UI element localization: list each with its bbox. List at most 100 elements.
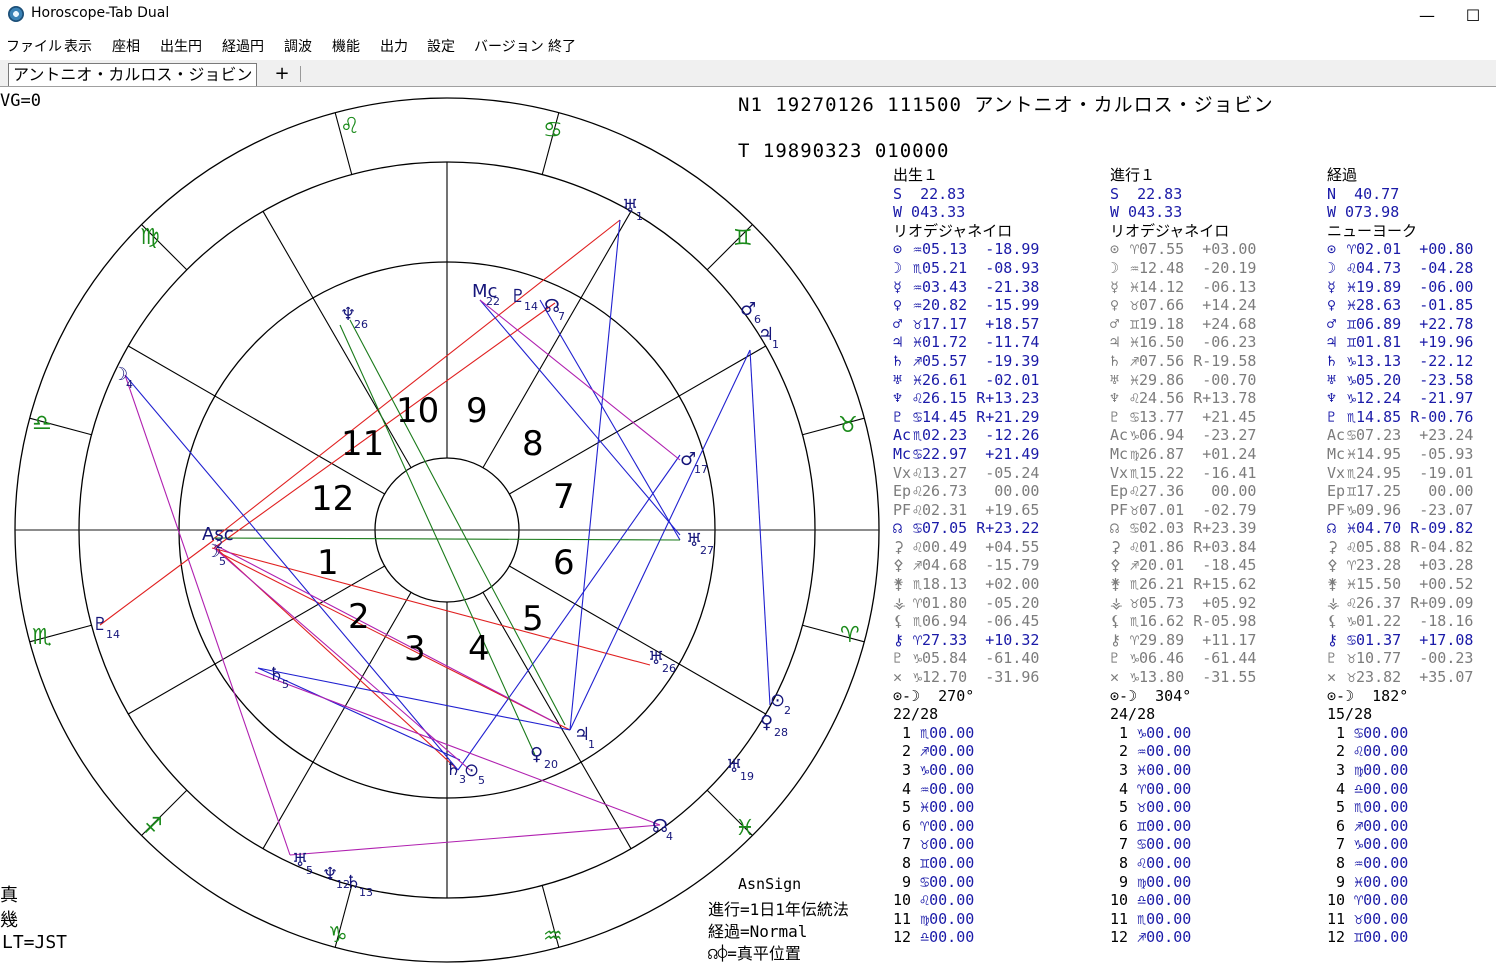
planet-degree: 4	[126, 378, 133, 391]
setting-node: ☊⌽=真平位置	[708, 944, 801, 963]
planet-row: ♃ ♓16.50 -06.23	[1110, 333, 1256, 352]
planet-symbol-icon: ♆	[893, 389, 903, 408]
house-number: 11	[1327, 909, 1355, 928]
house-number: 2	[1327, 742, 1355, 761]
planet-degree: 14	[524, 300, 538, 313]
planet-glyph-icon: ♀	[760, 712, 773, 733]
planet-symbol-icon: Ep	[893, 482, 912, 501]
sign-cancer: ♋	[543, 118, 563, 143]
planet-row: ☿ ♓19.89 -06.00	[1327, 278, 1473, 297]
house-cusp-row: 2 ♌00.00	[1327, 742, 1473, 761]
house-cusp-value: ♓00.00	[1137, 761, 1192, 779]
planet-position: ♑05.20 -23.58	[1347, 370, 1474, 389]
planet-symbol-icon: ⚶	[893, 593, 906, 612]
planet-symbol-icon: Ac	[1110, 426, 1129, 445]
house-cusp-value: ♌00.00	[1354, 742, 1409, 761]
planet-symbol-icon: ✕	[1327, 668, 1337, 687]
minimize-button[interactable]: —	[1404, 0, 1450, 30]
house-cusp-row: 11 ♏00.00	[1110, 910, 1256, 929]
planet-row: ☿ ♒03.43 -21.38	[893, 278, 1039, 297]
planet-row: Ac ♑06.94 -23.27	[1110, 426, 1256, 445]
house-cusp-row: 11 ♉00.00	[1327, 910, 1473, 929]
planet-position: ♈01.80 -05.20	[913, 593, 1040, 612]
planet-row: ⚶ ♉05.73 +05.92	[1110, 594, 1256, 613]
house-cusp-row: 3 ♓00.00	[1110, 761, 1256, 780]
progressed-column: 進行１ S 22.83 W 043.33 リオデジャネイロ ⊙ ♈07.55 +03.00…	[1110, 166, 1256, 947]
planet-glyph-icon: ♀	[530, 744, 543, 765]
planet-row: ⚶ ♌26.37 R+09.09	[1327, 594, 1473, 613]
planet-symbol-icon: Ac	[893, 426, 912, 445]
planet-symbol-icon: ⚷	[1110, 630, 1121, 649]
house-number: 6	[1327, 816, 1355, 835]
house-cusp-row: 10 ♎00.00	[1110, 891, 1256, 910]
planet-row: ♂ ♊19.18 +24.68	[1110, 315, 1256, 334]
planet-row: ⚴ ♈23.28 +03.28	[1327, 556, 1473, 575]
maximize-button[interactable]: ☐	[1450, 0, 1496, 30]
sign-taurus: ♉	[838, 413, 858, 438]
planet-row: ♇ ♑06.46 -61.44	[1110, 649, 1256, 668]
aspect-line	[211, 547, 651, 666]
house-7: 7	[553, 477, 575, 517]
planet-symbol-icon: Vx	[1327, 463, 1346, 482]
planet-row: ☊ ♋02.03 R+23.39	[1110, 519, 1256, 538]
planet-row: ✕ ♉23.82 +35.07	[1327, 668, 1473, 687]
house-cusp-value: ♑00.00	[1354, 835, 1409, 854]
planet-row: ⚳ ♌05.88 R-04.82	[1327, 538, 1473, 557]
planet-row: ♇ ♉10.77 -00.23	[1327, 649, 1473, 668]
planet-row: ⊙ ♒05.13 -18.99	[893, 240, 1039, 259]
planet-symbol-icon: ♇	[1110, 649, 1120, 668]
planet-position: ♏02.23 -12.26	[913, 426, 1040, 445]
house-number: 10	[1327, 891, 1355, 910]
setting-asnsign: AsnSign	[738, 875, 802, 893]
house-number: 8	[1327, 853, 1355, 872]
planet-position: ♋07.05 R+23.22	[913, 519, 1040, 538]
planet-row: ♃ ♊01.81 +19.96	[1327, 333, 1473, 352]
planet-position: ♈29.89 +11.17	[1130, 630, 1257, 649]
planet-symbol-icon: ⚶	[1327, 593, 1340, 612]
planet-symbol-icon: ⚳	[893, 537, 904, 556]
house-cusp-value: ♏00.00	[920, 723, 975, 742]
sign-aquarius: ♒	[543, 924, 563, 949]
planet-row: ♅ ♓29.86 -00.70	[1110, 371, 1256, 390]
planet-position: ♏24.95 -19.01	[1347, 463, 1474, 482]
planet-position: ♏16.62 R-05.98	[1130, 612, 1257, 631]
house-cusp-row: 8 ♒00.00	[1327, 854, 1473, 873]
planet-row: ♅ ♑05.20 -23.58	[1327, 371, 1473, 390]
planet-row: PF ♉07.01 -02.79	[1110, 501, 1256, 520]
house-cusp-row: 4 ♈00.00	[1110, 780, 1256, 799]
house-12: 12	[311, 479, 354, 519]
planet-symbol-icon: ⊙	[1110, 240, 1120, 259]
planet-degree: 1	[636, 210, 643, 223]
house-cusp-row: 1 ♏00.00	[893, 724, 1039, 743]
planet-symbol-icon: ☊	[893, 519, 903, 538]
column-title: 経過	[1327, 166, 1358, 184]
house-cusp-value: ♋00.00	[1354, 723, 1409, 742]
house-cusp-row: 7 ♉00.00	[893, 835, 1039, 854]
longitude: W 043.33	[893, 203, 966, 222]
house-number: 6	[1110, 816, 1138, 835]
planet-symbol-icon: ♄	[893, 351, 903, 370]
house-number: 7	[1327, 835, 1355, 854]
planet-degree: 20	[544, 758, 558, 771]
mode-true: 真	[0, 885, 18, 906]
sign-leo: ♌	[340, 114, 360, 139]
aspect-line	[479, 299, 681, 536]
planet-degree: 1	[772, 338, 779, 351]
planet-symbol-icon: ♂	[1327, 314, 1337, 333]
house-cusp-row: 6 ♈00.00	[893, 817, 1039, 836]
house-cusp-line	[509, 345, 766, 495]
planet-row: Ep ♌27.36 00.00	[1110, 482, 1256, 501]
planet-position: ♉17.17 +18.57	[913, 314, 1040, 333]
house-11: 11	[341, 424, 384, 464]
aspect-line	[124, 374, 459, 771]
house-cusp-row: 6 ♊00.00	[1110, 817, 1256, 836]
planet-row: ⚴ ♐04.68 -15.79	[893, 556, 1039, 575]
planet-symbol-icon: ⚷	[1327, 630, 1338, 649]
planet-position: ♑06.46 -61.44	[1130, 649, 1257, 668]
planet-symbol-icon: ⚸	[1110, 612, 1121, 631]
house-cusp-row: 12 ♎00.00	[893, 928, 1039, 947]
planet-position: ♑12.70 -31.96	[913, 668, 1040, 687]
planet-row: ✕ ♑13.80 -31.55	[1110, 668, 1256, 687]
planet-position: ♓26.61 -02.01	[913, 370, 1040, 389]
planet-row: ☿ ♓14.12 -06.13	[1110, 278, 1256, 297]
